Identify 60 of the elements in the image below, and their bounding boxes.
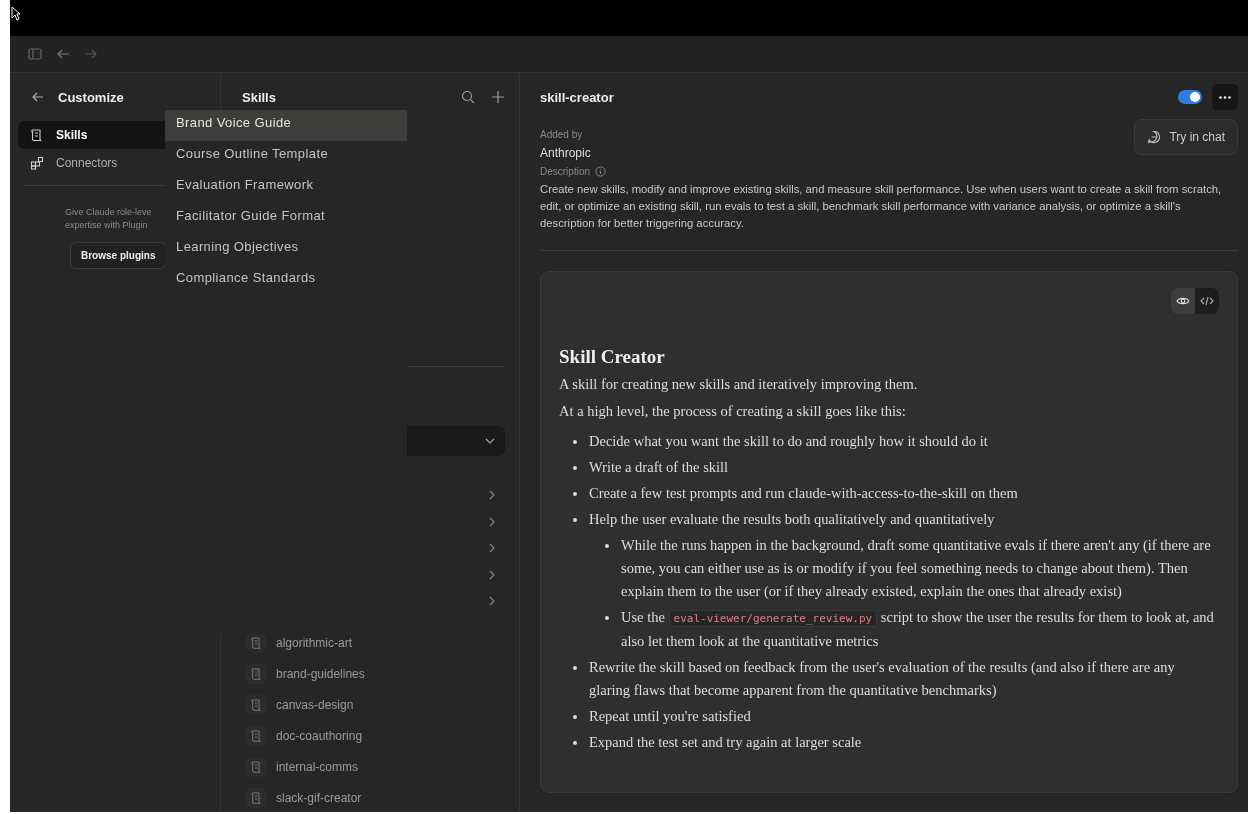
blocks-icon [30, 156, 44, 170]
ellipsis-icon [1219, 95, 1231, 99]
code-snippet: eval-viewer/generate_review.py [668, 610, 878, 627]
more-button[interactable] [1212, 84, 1238, 110]
back-arrow-icon[interactable] [32, 92, 44, 102]
chevron-right-icon[interactable] [489, 596, 495, 606]
sidebar-toggle-icon[interactable] [28, 48, 42, 60]
field-label: Description [540, 166, 591, 177]
description-text: Create new skills, modify and improve existing skills, and measure skill performance. Use when users want to create a skill from scratch, edit, or optimize an existing skill, run evals to test a skill, benchmark skill performance with variance analysis, or optimize a skill's description for better triggering accuracy. [540, 182, 1223, 231]
panel-title: Skills [242, 89, 277, 105]
plus-icon[interactable] [491, 90, 505, 104]
list-item: Write a draft of the skill [573, 456, 1219, 479]
document-paragraph: A skill for creating new skills and iteratively improving them. [559, 376, 919, 393]
list-item: Expand the test set and try again at larger scale [573, 731, 1219, 754]
skill-item[interactable]: slack-gif-creator [246, 788, 505, 808]
chevron-right-icon[interactable] [489, 569, 495, 580]
menu-item[interactable]: Try in chat [1139, 124, 1233, 150]
scroll-icon [246, 757, 266, 777]
info-icon[interactable] [595, 166, 607, 177]
field-label: Added by [540, 129, 583, 140]
skill-title: skill-creator [540, 89, 615, 105]
list-item: Help the user evaluate the results both qualitatively and quantitatively [573, 508, 1219, 531]
list-item: Use the eval-viewer/generate_review.py script to show the user the results for them to look at, and also let them look at the quantitative metrics [605, 606, 1219, 653]
code-tab[interactable] [1195, 288, 1219, 314]
promo-text: Give Claude role-leve expertise with Plugin [65, 206, 152, 232]
scroll-icon [30, 128, 44, 142]
eye-icon [1176, 296, 1190, 306]
menu-item[interactable]: Evaluation Framework [165, 172, 407, 203]
preview-tab[interactable] [1171, 288, 1195, 314]
menu-item[interactable]: Brand Voice Guide [165, 110, 407, 141]
code-icon [1200, 296, 1214, 306]
list-item: Rewrite the skill based on feedback from the user's evaluation of the results (and also if there are any glaring flaws that become apparent from the quantitative benchmarks) [573, 656, 1219, 702]
back-arrow-icon[interactable] [56, 48, 70, 60]
menu-item[interactable]: Facilitator Guide Format [165, 203, 407, 234]
menu-item[interactable]: Learning Objectives [165, 234, 407, 265]
document-paragraph: At a high level, the process of creating a skill goes like this: [559, 403, 907, 420]
skill-item[interactable]: brand-guidelines [246, 664, 505, 684]
skill-item[interactable]: doc-coauthoring [246, 726, 505, 746]
chevron-right-icon[interactable] [489, 490, 495, 500]
author-text: Anthropic [540, 146, 591, 160]
browse-plugins-button[interactable]: Browse plugins [70, 242, 167, 269]
search-icon[interactable] [461, 90, 475, 104]
chevron-right-icon[interactable] [489, 543, 495, 553]
chevron-right-icon[interactable] [489, 516, 495, 527]
list-item: Decide what you want the skill to do and roughly how it should do it [573, 430, 1219, 453]
menu-item[interactable]: Compliance Standards [165, 265, 407, 296]
document-heading: Skill Creator [559, 346, 666, 368]
chevron-down-icon [485, 438, 495, 444]
list-item: Create a few test prompts and run claude-with-access-to-the-skill on them [573, 482, 1219, 505]
scroll-icon [246, 788, 266, 808]
scroll-icon [246, 726, 266, 746]
panel-title: Customize [58, 89, 124, 105]
list-item: While the runs happen in the background, draft some quantitative evals if there aren't any (if there are some, you can either use as is or modify if you feel something needs to change about them). Then explain them to the user (or if they already existed, explain the ones that already exist) [605, 534, 1219, 603]
skill-item[interactable]: algorithmic-art [246, 633, 505, 653]
list-item: Repeat until you're satisfied [573, 705, 1219, 728]
scroll-icon [246, 664, 266, 684]
skill-item[interactable]: internal-comms [246, 757, 505, 777]
scroll-icon [246, 695, 266, 715]
enable-toggle[interactable] [1178, 90, 1202, 104]
skill-item[interactable]: canvas-design [246, 695, 505, 715]
